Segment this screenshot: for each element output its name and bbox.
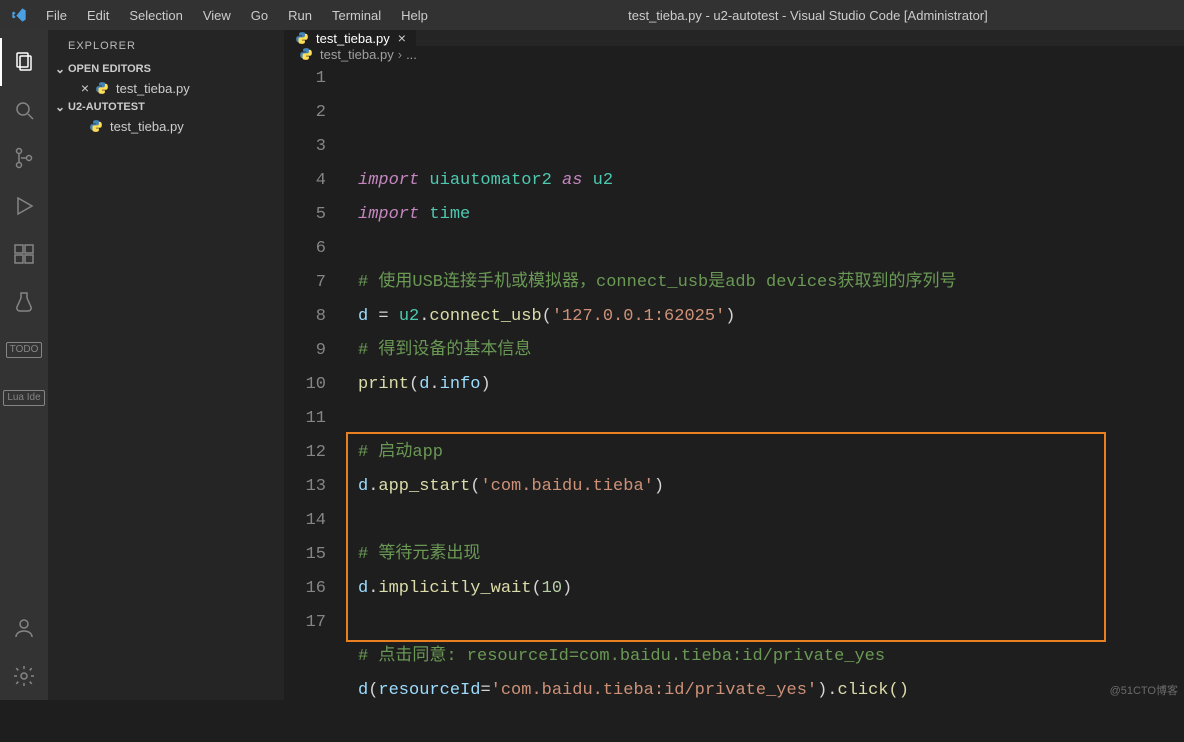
workspace-filename: test_tieba.py — [110, 119, 184, 134]
code-content[interactable]: import uiautomator2 as u2import time # 使用… — [346, 62, 1184, 742]
code-line[interactable] — [358, 504, 1184, 538]
activity-explorer[interactable] — [0, 38, 48, 86]
menu-selection[interactable]: Selection — [119, 8, 192, 23]
line-number: 9 — [284, 334, 326, 368]
editor-area: test_tieba.py × test_tieba.py › ... 1234… — [284, 30, 1184, 700]
line-number: 14 — [284, 504, 326, 538]
code-line[interactable] — [358, 606, 1184, 640]
tab-title: test_tieba.py — [316, 31, 390, 46]
python-file-icon — [94, 80, 110, 96]
close-icon[interactable]: × — [76, 80, 94, 96]
editor-tab[interactable]: test_tieba.py × — [284, 30, 417, 46]
code-line[interactable]: # 得到设备的基本信息 — [358, 334, 1184, 368]
explorer-sidebar: EXPLORER ⌄ OPEN EDITORS × test_tieba.py … — [48, 30, 284, 700]
menu-run[interactable]: Run — [278, 8, 322, 23]
code-line[interactable]: # 等待元素出现 — [358, 538, 1184, 572]
code-line[interactable]: # 启动app — [358, 436, 1184, 470]
line-number: 1 — [284, 62, 326, 96]
chevron-down-icon: ⌄ — [52, 100, 68, 114]
code-line[interactable] — [358, 708, 1184, 742]
line-number: 6 — [284, 232, 326, 266]
menu-terminal[interactable]: Terminal — [322, 8, 391, 23]
open-editor-item[interactable]: × test_tieba.py — [48, 78, 284, 98]
line-number-gutter: 1234567891011121314151617 — [284, 62, 346, 742]
code-line[interactable]: import uiautomator2 as u2 — [358, 164, 1184, 198]
explorer-title: EXPLORER — [48, 30, 284, 60]
line-number: 13 — [284, 470, 326, 504]
code-line[interactable]: d = u2.connect_usb('127.0.0.1:62025') — [358, 300, 1184, 334]
line-number: 8 — [284, 300, 326, 334]
code-line[interactable]: d.implicitly_wait(10) — [358, 572, 1184, 606]
python-file-icon — [88, 118, 104, 134]
editor-tabs: test_tieba.py × — [284, 30, 1184, 46]
code-line[interactable]: print(d.info) — [358, 368, 1184, 402]
code-line[interactable]: d(resourceId='com.baidu.tieba:id/private… — [358, 674, 1184, 708]
activity-search[interactable] — [0, 86, 48, 134]
python-file-icon — [298, 46, 314, 62]
watermark-text: @51CTO博客 — [1110, 682, 1178, 698]
line-number: 11 — [284, 402, 326, 436]
code-line[interactable] — [358, 402, 1184, 436]
activity-run-debug[interactable] — [0, 182, 48, 230]
code-line[interactable]: import time — [358, 198, 1184, 232]
menu-bar: FileEditSelectionViewGoRunTerminalHelp t… — [0, 0, 1184, 30]
line-number: 15 — [284, 538, 326, 572]
code-line[interactable]: # 点击同意: resourceId=com.baidu.tieba:id/pr… — [358, 640, 1184, 674]
code-line[interactable]: d.app_start('com.baidu.tieba') — [358, 470, 1184, 504]
activity-extensions[interactable] — [0, 230, 48, 278]
close-icon[interactable]: × — [398, 30, 406, 46]
line-number: 10 — [284, 368, 326, 402]
menu-go[interactable]: Go — [241, 8, 278, 23]
line-number: 16 — [284, 572, 326, 606]
code-line[interactable]: # 使用USB连接手机或模拟器，connect_usb是adb devices获… — [358, 266, 1184, 300]
activity-source-control[interactable] — [0, 134, 48, 182]
line-number: 7 — [284, 266, 326, 300]
workspace-header[interactable]: ⌄ U2-AUTOTEST — [48, 98, 284, 116]
breadcrumb[interactable]: test_tieba.py › ... — [284, 46, 1184, 62]
line-number: 17 — [284, 606, 326, 640]
python-file-icon — [294, 30, 310, 46]
menu-help[interactable]: Help — [391, 8, 438, 23]
line-number: 2 — [284, 96, 326, 130]
vscode-logo-icon — [10, 6, 28, 24]
chevron-down-icon: ⌄ — [52, 62, 68, 76]
open-editor-filename: test_tieba.py — [116, 81, 190, 96]
code-editor[interactable]: 1234567891011121314151617 import uiautom… — [284, 62, 1184, 742]
activity-bar: TODO Lua Ide — [0, 30, 48, 700]
activity-testing[interactable] — [0, 278, 48, 326]
chevron-right-icon: › — [398, 47, 402, 62]
activity-lua-ide[interactable]: Lua Ide — [0, 374, 48, 422]
menu-file[interactable]: File — [36, 8, 77, 23]
line-number: 5 — [284, 198, 326, 232]
activity-accounts[interactable] — [0, 604, 48, 652]
menu-edit[interactable]: Edit — [77, 8, 119, 23]
open-editors-header[interactable]: ⌄ OPEN EDITORS — [48, 60, 284, 78]
line-number: 12 — [284, 436, 326, 470]
menu-view[interactable]: View — [193, 8, 241, 23]
activity-settings[interactable] — [0, 652, 48, 700]
window-title: test_tieba.py - u2-autotest - Visual Stu… — [438, 8, 1178, 23]
line-number: 4 — [284, 164, 326, 198]
workspace-file-item[interactable]: test_tieba.py — [48, 116, 284, 136]
line-number: 3 — [284, 130, 326, 164]
activity-todo[interactable]: TODO — [0, 326, 48, 374]
code-line[interactable] — [358, 232, 1184, 266]
